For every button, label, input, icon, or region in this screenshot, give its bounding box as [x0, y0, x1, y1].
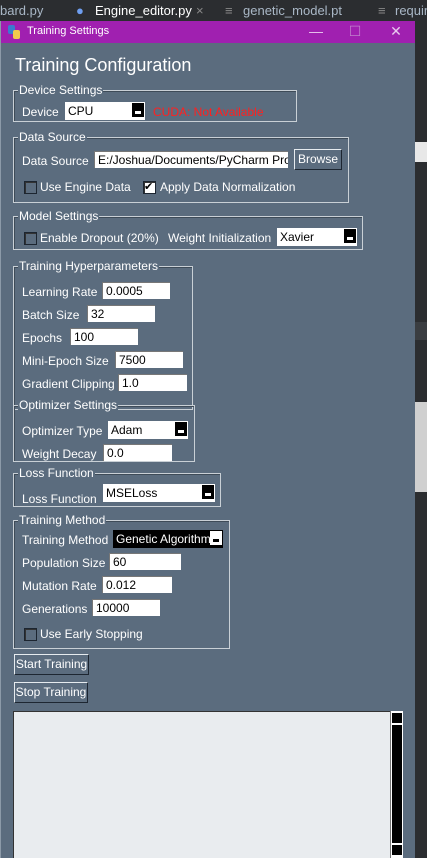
- device-label: Device: [22, 105, 59, 119]
- population-size-input[interactable]: 60: [109, 553, 181, 570]
- ide-tab-engine-editor[interactable]: Engine_editor.py: [95, 3, 192, 18]
- data-source-path-input[interactable]: E:/Joshua/Documents/PyCharm Pro: [94, 151, 288, 168]
- early-stopping-label: Use Early Stopping: [40, 627, 143, 641]
- group-legend: Training Method: [18, 513, 107, 527]
- log-scrollbar[interactable]: [390, 711, 403, 858]
- gradient-clipping-input[interactable]: 1.0: [118, 374, 187, 391]
- stop-training-button[interactable]: Stop Training: [14, 682, 88, 703]
- group-legend: Training Hyperparameters: [18, 259, 159, 273]
- ide-tab-genetic-model[interactable]: genetic_model.pt: [243, 3, 342, 18]
- population-size-label: Population Size: [22, 556, 106, 570]
- apply-normalization-label: Apply Data Normalization: [160, 180, 296, 194]
- chevron-down-icon: [210, 531, 222, 545]
- chevron-down-icon: [175, 422, 187, 436]
- device-select[interactable]: CPU: [65, 102, 145, 120]
- ide-tab-requirements[interactable]: requir: [395, 3, 427, 18]
- batch-size-input[interactable]: 32: [87, 305, 155, 322]
- weight-init-label: Weight Initialization: [168, 231, 272, 245]
- python-logo-icon: [8, 25, 20, 39]
- cuda-status: CUDA: Not Available: [153, 105, 264, 119]
- group-legend: Loss Function: [18, 466, 95, 480]
- early-stopping-checkbox[interactable]: [24, 628, 37, 641]
- apply-normalization-checkbox[interactable]: [143, 180, 156, 194]
- loss-function-label: Loss Function: [22, 492, 97, 506]
- use-engine-data-checkbox[interactable]: [24, 181, 37, 194]
- start-training-button[interactable]: Start Training: [14, 654, 89, 675]
- epochs-input[interactable]: 100: [70, 328, 138, 345]
- weight-decay-label: Weight Decay: [22, 447, 97, 461]
- training-method-label: Training Method: [22, 533, 109, 547]
- scroll-up-arrow-icon[interactable]: [392, 713, 402, 723]
- training-settings-window: Training Settings — ☐ ✕ Training Configu…: [0, 21, 415, 858]
- python-file-icon: ●: [76, 3, 84, 18]
- weight-decay-input[interactable]: 0.0: [103, 444, 172, 461]
- enable-dropout-label: Enable Dropout (20%): [40, 231, 159, 245]
- learning-rate-input[interactable]: 0.0005: [102, 282, 170, 299]
- mini-epoch-size-input[interactable]: 7500: [115, 351, 183, 368]
- use-engine-data-label: Use Engine Data: [40, 180, 131, 194]
- maximize-icon[interactable]: ☐: [345, 23, 365, 40]
- generations-input[interactable]: 10000: [92, 599, 160, 616]
- batch-size-label: Batch Size: [22, 308, 80, 322]
- optimizer-type-label: Optimizer Type: [22, 424, 103, 438]
- data-source-label: Data Source: [22, 154, 89, 168]
- tab-close-icon[interactable]: ×: [196, 3, 204, 18]
- group-legend: Device Settings: [18, 83, 104, 97]
- group-legend: Data Source: [18, 130, 87, 144]
- chevron-down-icon: [132, 103, 144, 117]
- weight-init-select[interactable]: Xavier: [277, 228, 357, 246]
- scroll-down-arrow-icon[interactable]: [392, 845, 402, 855]
- mini-epoch-size-label: Mini-Epoch Size: [22, 354, 109, 368]
- title-bar[interactable]: Training Settings — ☐ ✕: [1, 21, 415, 43]
- file-icon: ≡: [378, 3, 386, 18]
- file-icon: ≡: [225, 3, 233, 18]
- window-title: Training Settings: [27, 25, 110, 37]
- epochs-label: Epochs: [22, 331, 63, 345]
- training-method-select[interactable]: Genetic Algorithm: [113, 530, 223, 548]
- log-textarea[interactable]: [13, 711, 390, 858]
- generations-label: Generations: [22, 602, 88, 616]
- browse-button[interactable]: Browse: [294, 149, 342, 170]
- minimize-icon[interactable]: —: [306, 23, 326, 39]
- enable-dropout-checkbox[interactable]: [24, 232, 37, 245]
- scroll-thumb[interactable]: [392, 725, 402, 843]
- learning-rate-label: Learning Rate: [22, 285, 98, 299]
- group-legend: Optimizer Settings: [18, 398, 119, 412]
- chevron-down-icon: [202, 485, 214, 499]
- group-legend: Model Settings: [18, 209, 100, 223]
- ide-tab-bard[interactable]: bard.py: [0, 3, 43, 18]
- page-title: Training Configuration: [15, 55, 192, 75]
- optimizer-type-select[interactable]: Adam: [108, 421, 188, 439]
- chevron-down-icon: [344, 229, 356, 243]
- mutation-rate-input[interactable]: 0.012: [102, 576, 172, 593]
- loss-function-select[interactable]: MSELoss: [103, 484, 215, 502]
- mutation-rate-label: Mutation Rate: [22, 579, 97, 593]
- close-icon[interactable]: ✕: [386, 23, 406, 40]
- ide-tab-bar: bard.py Engine_editor.py ● × ≡ genetic_m…: [0, 0, 427, 22]
- gradient-clipping-label: Gradient Clipping: [22, 377, 115, 391]
